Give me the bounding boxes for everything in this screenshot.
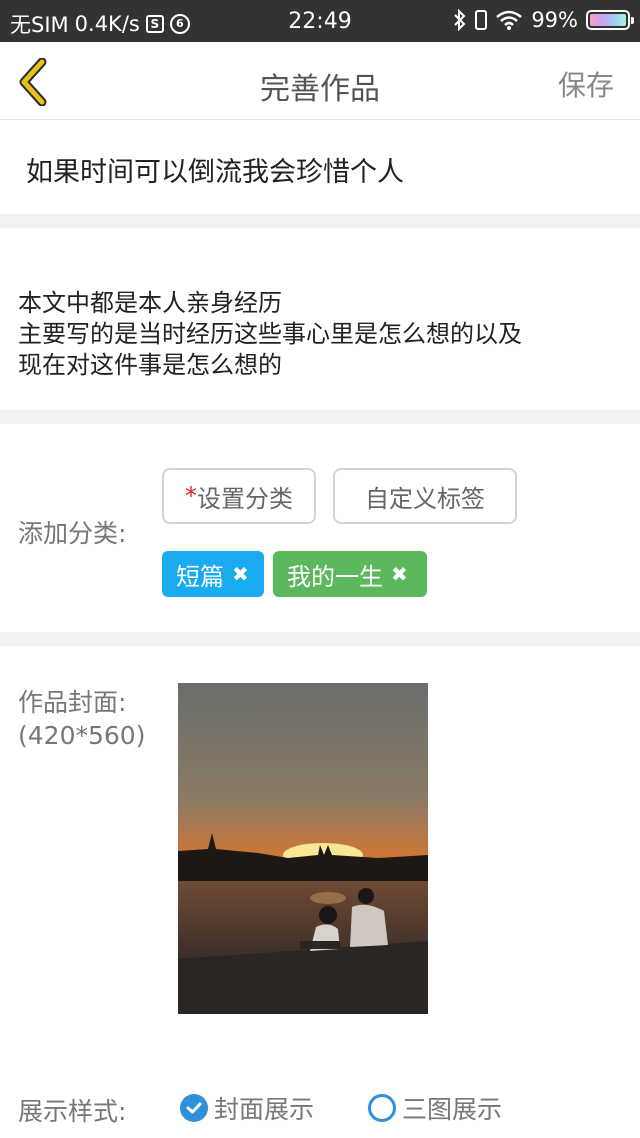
nav-bar: 完善作品 保存 — [0, 42, 640, 120]
display-style-label: 展示样式: — [18, 1097, 127, 1126]
section-divider — [0, 632, 640, 646]
radio-cover-display[interactable]: 封面展示 — [180, 1090, 314, 1126]
category-label: 添加分类: — [18, 519, 127, 548]
description-line: 现在对这件事是怎么想的 — [18, 351, 282, 379]
battery-icon — [586, 10, 634, 30]
cover-label: 作品封面: (420*560) — [18, 686, 145, 752]
section-divider — [0, 410, 640, 424]
battery-fill — [590, 14, 626, 26]
page-title: 完善作品 — [260, 72, 380, 107]
save-button[interactable]: 保存 — [558, 64, 614, 104]
description-line: 主要写的是当时经历这些事心里是怎么想的以及 — [18, 320, 522, 348]
custom-tag-label: 自定义标签 — [365, 484, 485, 513]
remove-tag-icon[interactable]: ✖ — [232, 562, 249, 586]
vibrate-icon — [475, 10, 488, 30]
set-category-label: 设置分类 — [197, 484, 293, 513]
battery-percent: 99% — [531, 8, 578, 32]
tag-label: 短篇 — [176, 562, 224, 591]
sunset-photo — [178, 683, 428, 1014]
set-category-button[interactable]: * 设置分类 — [162, 468, 316, 524]
cover-label-title: 作品封面: — [18, 688, 127, 717]
remove-tag-icon[interactable]: ✖ — [391, 562, 408, 586]
radio-checked-icon — [180, 1094, 208, 1122]
work-title-input[interactable]: 如果时间可以倒流我会珍惜个人 — [26, 150, 404, 189]
work-description-input[interactable]: 本文中都是本人亲身经历 主要写的是当时经历这些事心里是怎么想的以及 现在对这件事… — [18, 288, 522, 381]
tag-label: 我的一生 — [287, 562, 383, 591]
custom-tag-button[interactable]: 自定义标签 — [333, 468, 517, 524]
wifi-icon — [496, 10, 523, 30]
section-divider — [0, 214, 640, 228]
description-line: 本文中都是本人亲身经历 — [18, 289, 282, 317]
category-tag[interactable]: 短篇 ✖ — [162, 551, 264, 597]
required-mark: * — [185, 482, 197, 510]
status-bar-right: 99% — [453, 8, 634, 32]
bluetooth-icon — [454, 9, 466, 31]
category-tag[interactable]: 我的一生 ✖ — [273, 551, 427, 597]
cover-label-size: (420*560) — [18, 721, 146, 750]
radio-three-image-display[interactable]: 三图展示 — [368, 1090, 502, 1126]
radio-unchecked-icon — [368, 1094, 396, 1122]
cover-image[interactable] — [178, 683, 428, 1014]
radio-label: 三图展示 — [402, 1095, 503, 1124]
status-bar: 无SIM 0.4K/s S 6 22:49 99% — [0, 0, 640, 42]
radio-label: 封面展示 — [214, 1095, 315, 1124]
